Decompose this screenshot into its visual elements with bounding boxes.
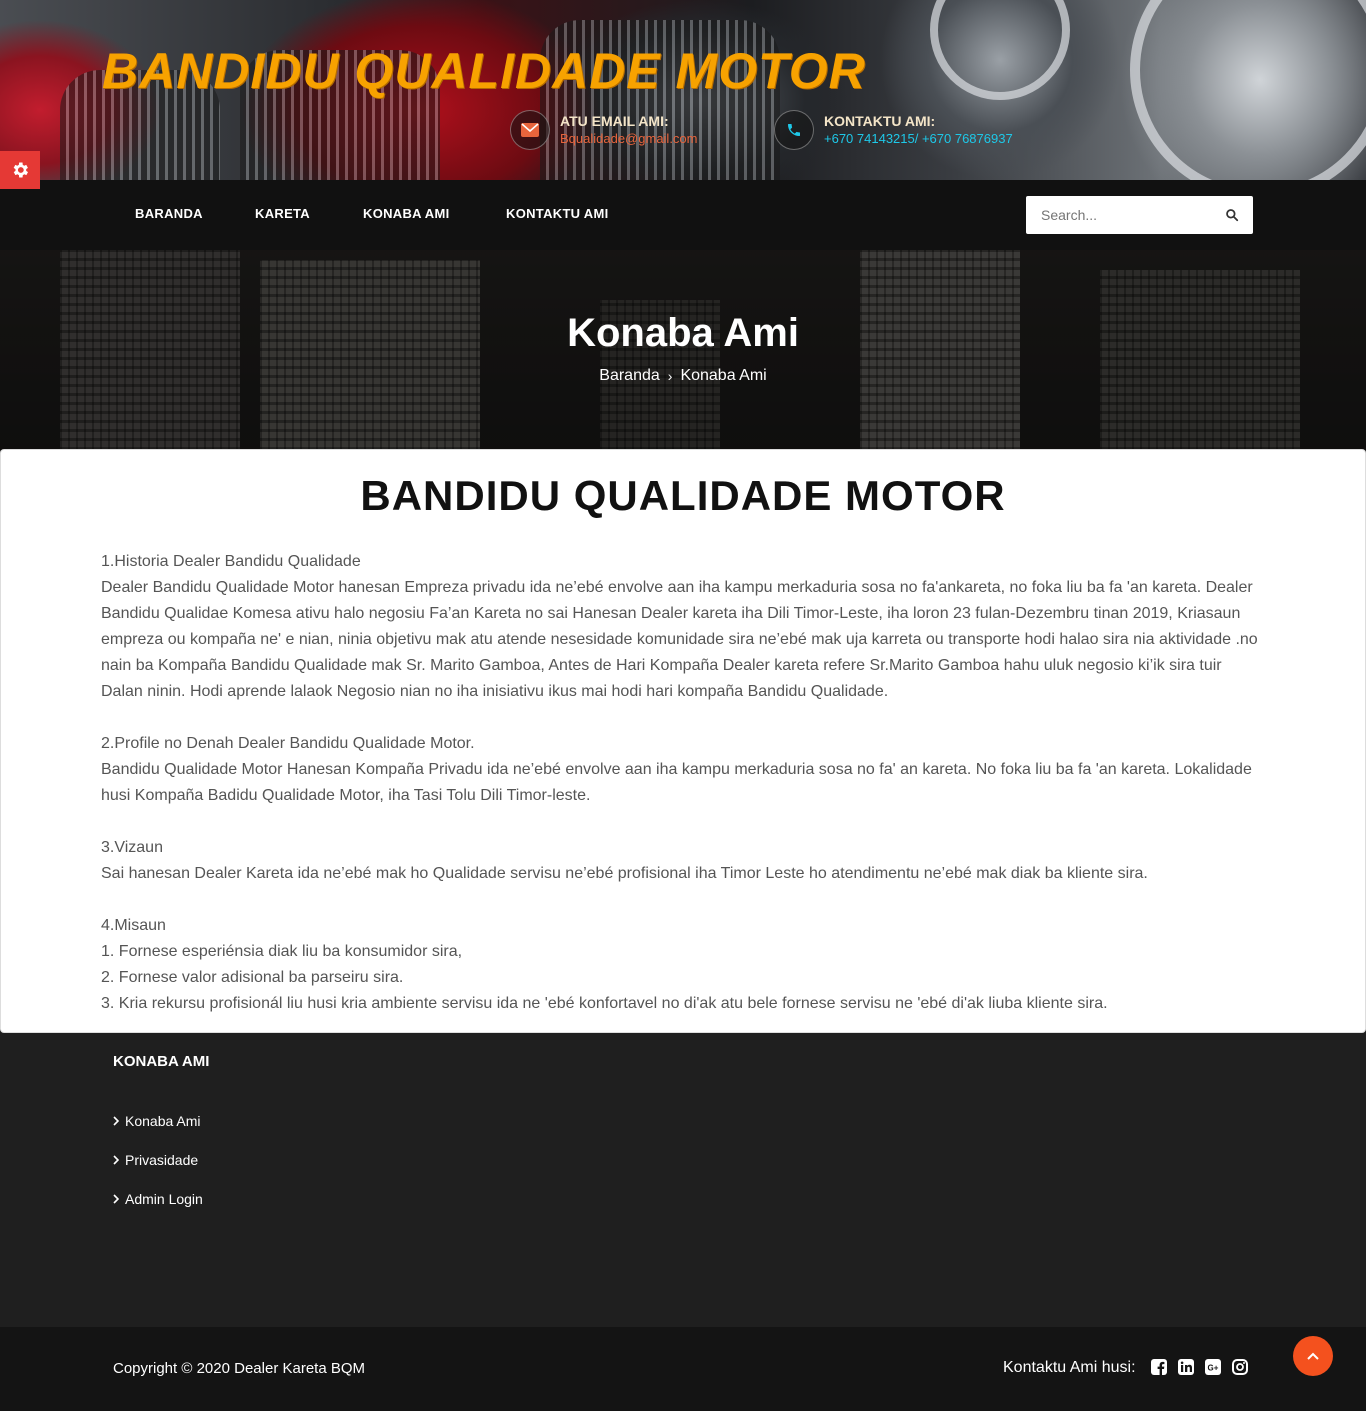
phone-label: KONTAKTU AMI:: [824, 113, 936, 129]
instagram-icon[interactable]: [1232, 1359, 1250, 1377]
footer: [0, 1033, 1366, 1327]
linkedin-icon[interactable]: [1178, 1359, 1196, 1377]
phone-value[interactable]: +670 74143215/ +670 76876937: [824, 130, 1013, 147]
footer-link-privasidade[interactable]: Privasidade: [113, 1152, 198, 1168]
chevron-right-icon: [113, 1116, 119, 1126]
section-title: 4.Misaun: [101, 917, 166, 934]
section-text: 1. Fornese esperiénsia diak liu ba konsu…: [101, 943, 463, 960]
phone-contact: KONTAKTU AMI: +670 74143215/ +670 768769…: [774, 110, 1013, 150]
facebook-icon[interactable]: [1151, 1359, 1169, 1377]
google-plus-icon[interactable]: G+: [1205, 1359, 1223, 1377]
section-vision: 3.Vizaun Sai hanesan Dealer Kareta ida n…: [101, 835, 1267, 887]
nav-item-baranda[interactable]: BARANDA: [135, 206, 203, 221]
breadcrumb: Baranda › Konaba Ami: [0, 367, 1366, 385]
back-to-top-button[interactable]: [1293, 1336, 1333, 1376]
section-history: 1.Historia Dealer Bandidu Qualidade Deal…: [101, 549, 1267, 705]
footer-title: KONABA AMI: [113, 1053, 210, 1070]
section-title: 2.Profile no Denah Dealer Bandidu Qualid…: [101, 735, 475, 752]
chevron-right-icon: [113, 1194, 119, 1204]
footer-link-label: Admin Login: [125, 1191, 203, 1207]
section-title: 1.Historia Dealer Bandidu Qualidade: [101, 553, 361, 570]
chevron-up-icon: [1307, 1352, 1319, 1360]
section-text: Bandidu Qualidade Motor Hanesan Kompaña …: [101, 761, 1252, 804]
section-text: Sai hanesan Dealer Kareta ida ne’ebé mak…: [101, 865, 1148, 882]
section-text: Dealer Bandidu Qualidade Motor hanesan E…: [101, 579, 1258, 700]
breadcrumb-current: Konaba Ami: [680, 367, 767, 384]
wheel-decor: [1130, 0, 1366, 180]
content-body: 1.Historia Dealer Bandidu Qualidade Deal…: [101, 549, 1267, 1017]
search-button[interactable]: [1225, 208, 1239, 227]
site-header: BANDIDU QUALIDADE MOTOR ATU EMAIL AMI: B…: [0, 0, 1366, 180]
footer-link-admin-login[interactable]: Admin Login: [113, 1191, 203, 1207]
nav-item-konaba-ami[interactable]: KONABA AMI: [363, 206, 450, 221]
section-text: 3. Kria rekursu profisionál liu husi kri…: [101, 995, 1108, 1012]
breadcrumb-home-link[interactable]: Baranda: [599, 367, 660, 385]
footer-link-label: Privasidade: [125, 1152, 199, 1168]
svg-text:G+: G+: [1208, 1364, 1219, 1373]
search-icon: [1226, 209, 1239, 222]
section-mission: 4.Misaun 1. Fornese esperiénsia diak liu…: [101, 913, 1267, 1017]
page-title: Konaba Ami: [567, 311, 799, 355]
email-contact: ATU EMAIL AMI: Bqualidade@gmail.com: [510, 110, 698, 150]
email-value[interactable]: Bqualidade@gmail.com: [560, 130, 698, 147]
about-content: BANDIDU QUALIDADE MOTOR 1.Historia Deale…: [0, 449, 1366, 1033]
chevron-right-icon: [113, 1155, 119, 1165]
social-label: Kontaktu Ami husi:: [1003, 1359, 1136, 1376]
content-heading: BANDIDU QUALIDADE MOTOR: [360, 472, 1006, 519]
section-text: 2. Fornese valor adisional ba parseiru s…: [101, 969, 404, 986]
gear-icon: [13, 162, 29, 178]
settings-toggle-button[interactable]: [0, 151, 40, 189]
footer-link-label: Konaba Ami: [125, 1113, 201, 1129]
site-title[interactable]: BANDIDU QUALIDADE MOTOR: [102, 42, 866, 100]
footer-link-konaba-ami[interactable]: Konaba Ami: [113, 1113, 201, 1129]
copyright-text: Copyright © 2020 Dealer Kareta BQM: [113, 1360, 366, 1377]
headlight-decor: [930, 0, 1070, 100]
section-profile: 2.Profile no Denah Dealer Bandidu Qualid…: [101, 731, 1267, 809]
envelope-icon: [510, 110, 550, 150]
phone-icon: [774, 110, 814, 150]
search-input[interactable]: [1041, 207, 1221, 223]
email-label: ATU EMAIL AMI:: [560, 113, 669, 129]
nav-item-kontaktu-ami[interactable]: KONTAKTU AMI: [506, 206, 609, 221]
section-title: 3.Vizaun: [101, 839, 163, 856]
search-box: [1026, 196, 1253, 234]
nav-item-kareta[interactable]: KARETA: [255, 206, 310, 221]
chevron-right-icon: ›: [667, 368, 673, 384]
